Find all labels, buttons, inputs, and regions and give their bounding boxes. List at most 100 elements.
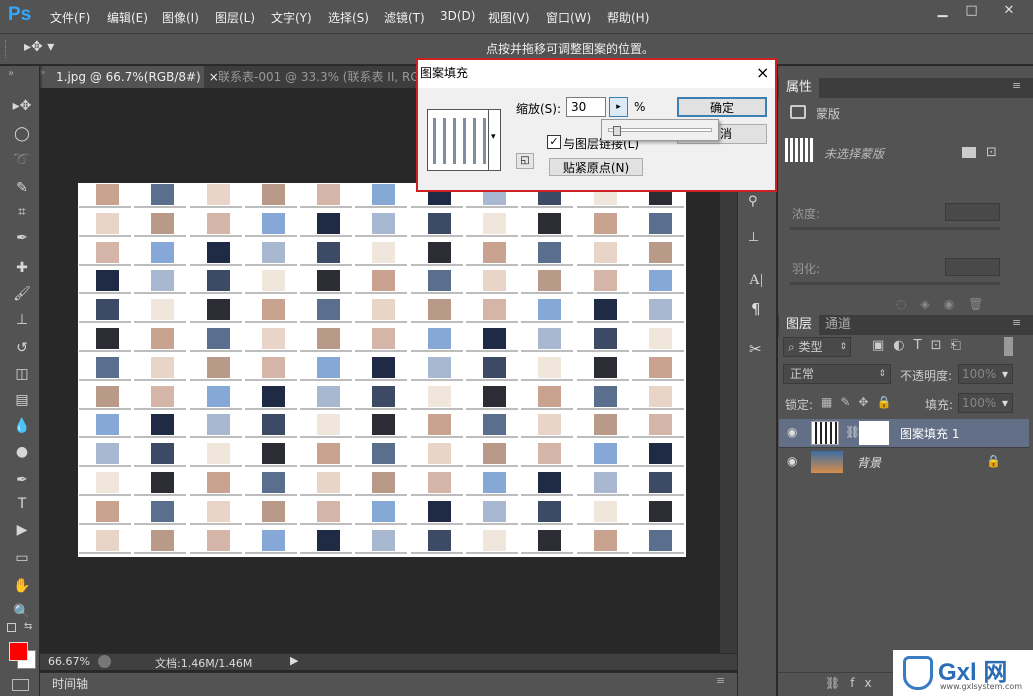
dialog-close-icon[interactable]: × (756, 63, 769, 82)
healing-icon[interactable]: ✚ (10, 258, 34, 278)
hand-icon[interactable]: ✋ (10, 576, 34, 596)
menu-item-1[interactable]: 编辑(E) (107, 9, 148, 26)
mask-actions-icons[interactable]: ◌◈◉🗑 (896, 297, 997, 311)
brush-icon[interactable]: 🖌 (10, 284, 34, 304)
default-colors-icon[interactable] (7, 623, 16, 632)
type-icon[interactable]: T (10, 494, 34, 514)
density-slider[interactable] (790, 227, 1000, 230)
snap-to-origin-button[interactable]: 贴紧原点(N) (549, 158, 643, 176)
add-pixel-mask-icon[interactable] (962, 147, 976, 158)
menu-item-0[interactable]: 文件(F) (50, 9, 90, 26)
maximize-button[interactable]: □ (957, 0, 986, 24)
eyedropper-icon[interactable]: ✒ (10, 228, 34, 248)
pattern-picker[interactable]: ▾ (427, 109, 501, 171)
zoom-level[interactable]: 66.67% (48, 655, 90, 668)
swap-colors-icon[interactable]: ⇆ (24, 621, 32, 632)
layer-actions-icons[interactable]: ⛓fx (825, 676, 882, 690)
menu-item-4[interactable]: 文字(Y) (271, 9, 312, 26)
pen-icon[interactable]: ✒ (10, 470, 34, 490)
menu-item-2[interactable]: 图像(I) (162, 9, 199, 26)
move-tool-icon[interactable]: ▸✥ (10, 96, 34, 116)
scale-slider-toggle[interactable]: ▸ (609, 97, 628, 117)
stamp-icon[interactable]: ⊥ (10, 310, 34, 330)
history-brush-icon[interactable]: ↺ (10, 338, 34, 358)
fill-field[interactable]: 100% ▾ (958, 393, 1013, 413)
path-select-icon[interactable]: ▶ (10, 520, 34, 540)
scale-input[interactable]: 30 (566, 97, 606, 117)
pattern-dropdown-icon[interactable]: ▾ (491, 132, 496, 142)
menu-item-3[interactable]: 图层(L) (215, 9, 255, 26)
crop-icon[interactable]: ⌗ (10, 202, 34, 222)
lasso-icon[interactable]: ➰ (10, 150, 34, 170)
tab-channels[interactable]: 通道 (818, 315, 858, 335)
tab-layers[interactable]: 图层 (779, 315, 820, 335)
visibility-eye-icon[interactable]: ◉ (787, 425, 797, 439)
minimize-button[interactable]: ▁ (928, 0, 957, 24)
feather-slider[interactable] (790, 282, 1000, 285)
density-field[interactable] (945, 203, 1000, 221)
gradient-icon[interactable]: ▤ (10, 390, 34, 410)
lock-icons[interactable]: ▦✎✥🔒 (821, 395, 899, 409)
status-icon[interactable] (98, 655, 111, 668)
tab-1jpg[interactable]: 1.jpg @ 66.7%(RGB/8#) × (42, 66, 219, 88)
photo-thumb (538, 356, 562, 378)
clone-source-icon[interactable]: ⊥ (748, 230, 759, 245)
filter-toggle[interactable] (1004, 337, 1013, 356)
layer-row-pattern-fill[interactable]: ◉ ⛓ 图案填充 1 (779, 419, 1029, 447)
new-preset-icon[interactable]: ◱ (516, 153, 534, 169)
menu-item-9[interactable]: 窗口(W) (546, 9, 591, 26)
scale-slider-popup[interactable] (601, 119, 719, 141)
menu-item-10[interactable]: 帮助(H) (607, 9, 649, 26)
dodge-icon[interactable]: ● (10, 442, 34, 462)
menu-item-6[interactable]: 滤镜(T) (384, 9, 425, 26)
thumb-caption (355, 349, 408, 352)
paragraph-icon[interactable]: ¶ (751, 300, 761, 318)
slider-track[interactable] (608, 128, 712, 132)
layers-menu-icon[interactable]: ≡ (1012, 316, 1021, 329)
pattern-tile (520, 241, 575, 270)
layer-row-background[interactable]: ◉ 背景 🔒 (779, 447, 1029, 475)
link-checkbox[interactable]: ✓ (547, 135, 561, 149)
panel-menu-icon[interactable]: ≡ (1012, 79, 1021, 92)
menu-item-5[interactable]: 选择(S) (328, 9, 369, 26)
close-window-button[interactable]: ✕ (986, 0, 1032, 24)
layer-name[interactable]: 图案填充 1 (900, 425, 959, 442)
photo-thumb (317, 500, 341, 522)
tool-presets-icon[interactable]: ✂ (749, 340, 762, 358)
link-icon[interactable]: ⛓ (845, 425, 860, 439)
shape-icon[interactable]: ▭ (10, 548, 34, 568)
blend-mode-select[interactable]: 正常 ⇕ (783, 364, 891, 384)
tab-properties[interactable]: 属性 (779, 78, 820, 98)
document-canvas[interactable] (78, 183, 686, 557)
tabs-arrow-icon: » (40, 68, 46, 78)
feather-field[interactable] (945, 258, 1000, 276)
ok-button[interactable]: 确定 (677, 97, 767, 117)
brush-preset-icon[interactable]: ⚲ (748, 194, 758, 209)
move-tool-icon[interactable]: ▸✥ ▾ (24, 39, 54, 55)
ellipse-marquee-icon[interactable]: ◯ (10, 124, 34, 144)
quick-mask-icon[interactable] (12, 679, 29, 691)
foreground-color-swatch[interactable] (9, 642, 28, 661)
visibility-eye-icon[interactable]: ◉ (787, 454, 797, 468)
quick-select-icon[interactable]: ✎ (10, 178, 34, 198)
layer-filter-icons[interactable]: ▣◐T⊡⎗ (872, 338, 970, 353)
menu-item-7[interactable]: 3D(D) (440, 9, 475, 23)
menu-item-8[interactable]: 视图(V) (488, 9, 530, 26)
opacity-field[interactable]: 100% ▾ (958, 364, 1013, 384)
timeline-menu-icon[interactable]: ≡ (716, 674, 725, 687)
thumb-caption (521, 321, 574, 324)
layer-filter-select[interactable]: ⌕ 类型 ⇕ (783, 337, 851, 357)
blur-icon[interactable]: 💧 (10, 416, 34, 436)
timeline-label[interactable]: 时间轴 (52, 675, 88, 692)
eraser-icon[interactable]: ◫ (10, 364, 34, 384)
pattern-tile (576, 471, 631, 500)
tab-contact-sheet[interactable]: 联系表-001 @ 33.3% (联系表 II, RGB (204, 66, 417, 88)
character-icon[interactable]: A| (749, 272, 763, 289)
zoom-icon[interactable]: 🔍 (10, 602, 34, 622)
photo-thumb (261, 414, 285, 436)
layer-name[interactable]: 背景 (857, 454, 881, 471)
add-vector-mask-icon[interactable]: ⊡ (986, 145, 997, 160)
slider-thumb[interactable] (612, 126, 621, 136)
status-arrow-icon[interactable]: ▶ (290, 654, 298, 667)
collapse-icon[interactable]: » (8, 68, 14, 79)
